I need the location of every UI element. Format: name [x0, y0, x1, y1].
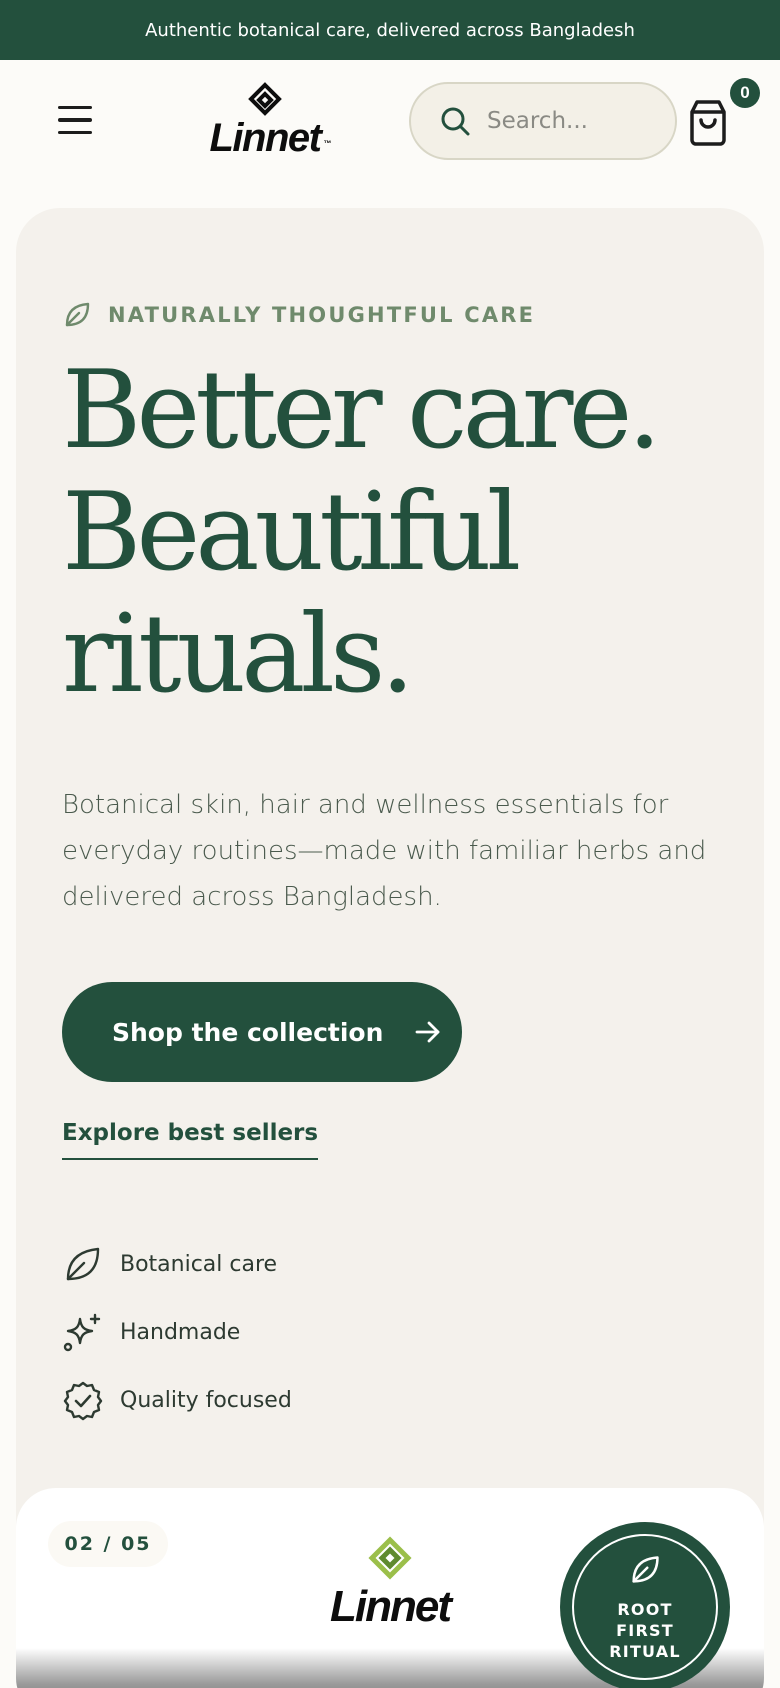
badge-check-icon: [63, 1381, 103, 1421]
feature-list: Botanical care Handmade Quality focused: [62, 1230, 292, 1434]
leaf-icon: [632, 1555, 659, 1583]
shop-collection-button[interactable]: Shop the collection: [62, 982, 462, 1082]
feature-item: Handmade: [62, 1298, 292, 1366]
leaf-icon: [65, 302, 90, 327]
hero-eyebrow: NATURALLY THOUGHTFUL CARE: [62, 300, 535, 330]
slide-counter: 02 / 05: [48, 1521, 168, 1567]
announcement-text: Authentic botanical care, delivered acro…: [145, 19, 635, 41]
leaf-icon: [66, 1247, 100, 1281]
headline-line-2: Beautiful: [62, 470, 521, 595]
logo-tm: ™: [323, 139, 332, 148]
site-header: Linnet™ 0: [0, 60, 780, 185]
search-input[interactable]: [487, 108, 667, 134]
cta-label: Shop the collection: [112, 1017, 384, 1047]
hero-headline: Better care. Beautiful rituals.: [62, 350, 742, 716]
feature-label: Handmade: [120, 1319, 241, 1345]
site-logo[interactable]: Linnet ™: [200, 82, 332, 162]
announcement-bar: Authentic botanical care, delivered acro…: [0, 0, 780, 60]
search-box[interactable]: [409, 82, 677, 160]
headline-line-3: rituals.: [62, 592, 415, 717]
shopping-bag-icon[interactable]: [686, 98, 730, 146]
headline-line-1: Better care.: [62, 348, 662, 473]
arrow-right-icon: [415, 1021, 440, 1043]
feature-label: Botanical care: [120, 1251, 278, 1277]
product-logo: Linnet: [320, 1536, 460, 1631]
search-icon[interactable]: [439, 105, 471, 137]
badge-text: ROOT FIRST RITUAL: [609, 1599, 681, 1661]
sparkles-icon: [63, 1313, 101, 1352]
ritual-badge: ROOT FIRST RITUAL: [560, 1522, 730, 1688]
logo-mark-icon: [368, 1536, 412, 1580]
hero-description: Botanical skin, hair and wellness essent…: [62, 790, 707, 912]
explore-best-sellers-link[interactable]: Explore best sellers: [62, 1120, 319, 1160]
feature-item: Quality focused: [62, 1366, 292, 1434]
menu-icon[interactable]: [58, 100, 98, 140]
logo-wordmark: Linnet: [209, 116, 322, 160]
feature-label: Quality focused: [120, 1387, 292, 1413]
eyebrow-text: NATURALLY THOUGHTFUL CARE: [108, 303, 536, 327]
logo-mark-icon: [248, 82, 282, 116]
cart-count-badge[interactable]: 0: [730, 78, 760, 108]
feature-item: Botanical care: [62, 1230, 292, 1298]
product-logo-wordmark: Linnet: [330, 1582, 452, 1631]
